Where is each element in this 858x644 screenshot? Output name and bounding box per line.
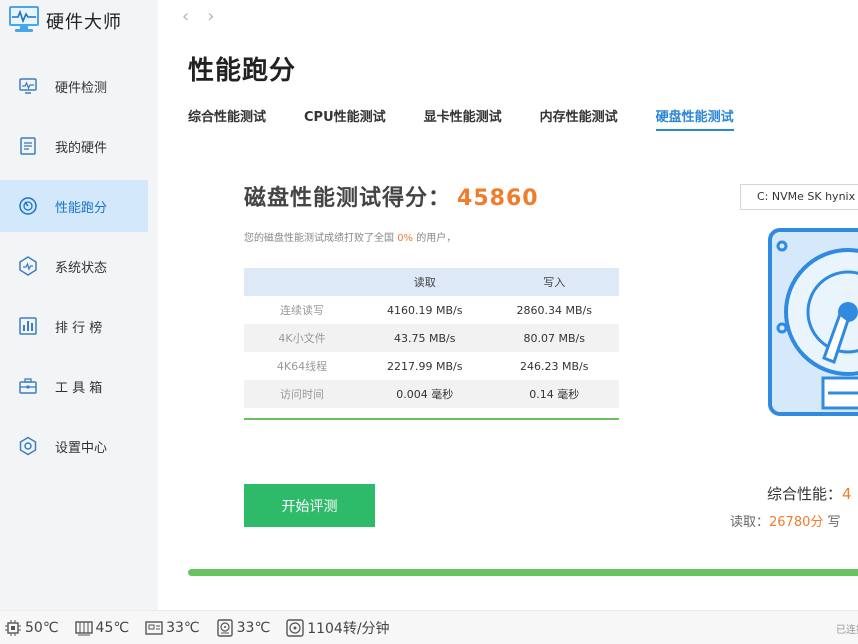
table-header-read: 读取	[360, 268, 490, 296]
fan-icon	[286, 618, 304, 637]
sidebar-item-label: 我的硬件	[55, 140, 108, 156]
write-value: 0.14 毫秒	[489, 380, 619, 408]
speedometer-icon	[18, 196, 38, 216]
status-bar: 50℃ 45℃ 33℃ 33℃ 1104转/分钟 已连接	[0, 610, 858, 644]
cpu-chip-icon	[4, 619, 22, 637]
disk-score-value: 45860	[457, 186, 539, 211]
benchmark-tabs: 综合性能测试 CPU性能测试 显卡性能测试 内存性能测试 硬盘性能测试	[188, 106, 772, 131]
read-write-scores: 读取：26780分 写	[730, 511, 841, 530]
sidebar-item-label: 系统状态	[55, 260, 108, 276]
sidebar-item-settings[interactable]: 设置中心	[0, 420, 158, 472]
ranking-icon	[18, 316, 38, 336]
disk-score-heading: 磁盘性能测试得分： 45860	[244, 180, 539, 212]
disk-temp: 33℃	[216, 618, 271, 637]
read-value: 2217.99 MB/s	[387, 359, 463, 373]
sidebar-item-label: 设置中心	[55, 440, 108, 456]
history-nav: ‹ ›	[182, 6, 214, 27]
benchmark-progress-bar	[188, 569, 858, 576]
write-value: 246.23 MB/s	[520, 359, 589, 373]
row-label: 4K小文件	[244, 324, 360, 352]
monitor-icon	[18, 76, 38, 96]
row-label: 连续读写	[280, 304, 324, 317]
sidebar-item-label: 性能跑分	[55, 200, 108, 216]
disk-select-dropdown[interactable]: C: NVMe SK hynix B	[740, 184, 858, 210]
read-value: 0.004 毫秒	[360, 380, 490, 408]
gpu-card-icon	[74, 619, 93, 637]
table-row: 访问时间 0.004 毫秒 0.14 毫秒	[244, 380, 619, 408]
write-value: 2860.34 MB/s	[516, 303, 592, 317]
back-arrow-icon[interactable]: ‹	[182, 6, 189, 27]
sidebar-item-system-status[interactable]: 系统状态	[0, 240, 158, 292]
write-score-label: 写	[827, 515, 841, 530]
read-score-value: 26780分	[769, 515, 824, 530]
row-label: 访问时间	[244, 380, 360, 408]
sidebar-nav: 硬件检测 我的硬件 性能跑分 系统状态 排 行 榜 工 具 箱 设置中心	[0, 60, 158, 480]
fan-speed: 1104转/分钟	[286, 618, 390, 638]
cpu-temp: 50℃	[4, 619, 59, 637]
table-bottom-divider	[244, 418, 619, 420]
rank-suffix: 的用户，	[416, 233, 457, 244]
write-value: 80.07 MB/s	[489, 324, 619, 352]
fan-speed-value: 1104转/分钟	[307, 620, 390, 637]
toolbox-icon	[18, 376, 38, 396]
rank-percent: 0%	[397, 233, 414, 244]
sidebar-item-hardware-detect[interactable]: 硬件检测	[0, 60, 158, 112]
motherboard-temp-value: 33℃	[166, 619, 200, 636]
sidebar-item-my-hardware[interactable]: 我的硬件	[0, 120, 158, 172]
cpu-temp-value: 50℃	[25, 619, 59, 636]
forward-arrow-icon[interactable]: ›	[207, 6, 214, 27]
score-rank-text: 您的磁盘性能测试成绩打败了全国 0% 的用户，	[244, 229, 456, 244]
disk-temp-value: 33℃	[236, 619, 271, 636]
read-score-label: 读取：	[730, 515, 770, 530]
sidebar: 硬件大师 硬件检测 我的硬件 性能跑分 系统状态 排 行 榜 工 具 箱 设置中…	[0, 0, 158, 610]
overall-value: 4	[842, 485, 852, 503]
tab-cpu-test[interactable]: CPU性能测试	[304, 106, 386, 131]
table-row: 4K小文件 43.75 MB/s 80.07 MB/s	[244, 324, 619, 352]
gpu-temp-value: 45℃	[95, 619, 130, 636]
read-value: 43.75 MB/s	[360, 324, 490, 352]
motherboard-temp: 33℃	[145, 619, 200, 637]
tab-overall-test[interactable]: 综合性能测试	[188, 106, 266, 131]
connection-status: 已连接	[836, 625, 858, 636]
tab-memory-test[interactable]: 内存性能测试	[540, 106, 618, 131]
table-header-write: 写入	[489, 268, 619, 296]
overall-label: 综合性能：	[767, 485, 843, 503]
hard-disk-icon	[768, 228, 858, 422]
disk-results-table: 读取 写入 连续读写 4160.19 MB/s 2860.34 MB/s 4K小…	[244, 268, 619, 408]
sidebar-item-label: 硬件检测	[55, 80, 108, 96]
page-title: 性能跑分	[188, 56, 297, 86]
sidebar-item-ranking[interactable]: 排 行 榜	[0, 300, 158, 352]
read-value: 4160.19 MB/s	[387, 303, 463, 317]
hardware-list-icon	[18, 136, 38, 156]
gpu-temp: 45℃	[74, 619, 130, 637]
disk-score-label: 磁盘性能测试得分：	[244, 186, 452, 211]
rank-prefix: 您的磁盘性能测试成绩打败了全国	[244, 233, 394, 244]
table-header-metric	[244, 268, 360, 296]
sidebar-item-benchmark[interactable]: 性能跑分	[0, 180, 148, 232]
table-header-row: 读取 写入	[244, 268, 619, 296]
tab-gpu-test[interactable]: 显卡性能测试	[424, 106, 502, 131]
start-benchmark-button[interactable]: 开始评测	[244, 484, 375, 527]
table-row: 连续读写 4160.19 MB/s 2860.34 MB/s	[244, 296, 619, 324]
sidebar-item-toolbox[interactable]: 工 具 箱	[0, 360, 158, 412]
overall-performance: 综合性能：4	[767, 483, 852, 504]
motherboard-icon	[145, 619, 163, 637]
row-label: 4K64线程	[276, 360, 328, 373]
system-status-icon	[18, 256, 38, 276]
settings-icon	[18, 436, 38, 456]
app-logo-icon	[8, 4, 40, 38]
sidebar-item-label: 排 行 榜	[55, 320, 103, 336]
disk-drive-icon	[216, 618, 234, 637]
tab-disk-test[interactable]: 硬盘性能测试	[655, 106, 734, 131]
brand: 硬件大师	[8, 4, 122, 38]
table-row: 4K64线程 2217.99 MB/s 246.23 MB/s	[244, 352, 619, 380]
sidebar-item-label: 工 具 箱	[55, 380, 103, 396]
app-title: 硬件大师	[46, 12, 122, 33]
